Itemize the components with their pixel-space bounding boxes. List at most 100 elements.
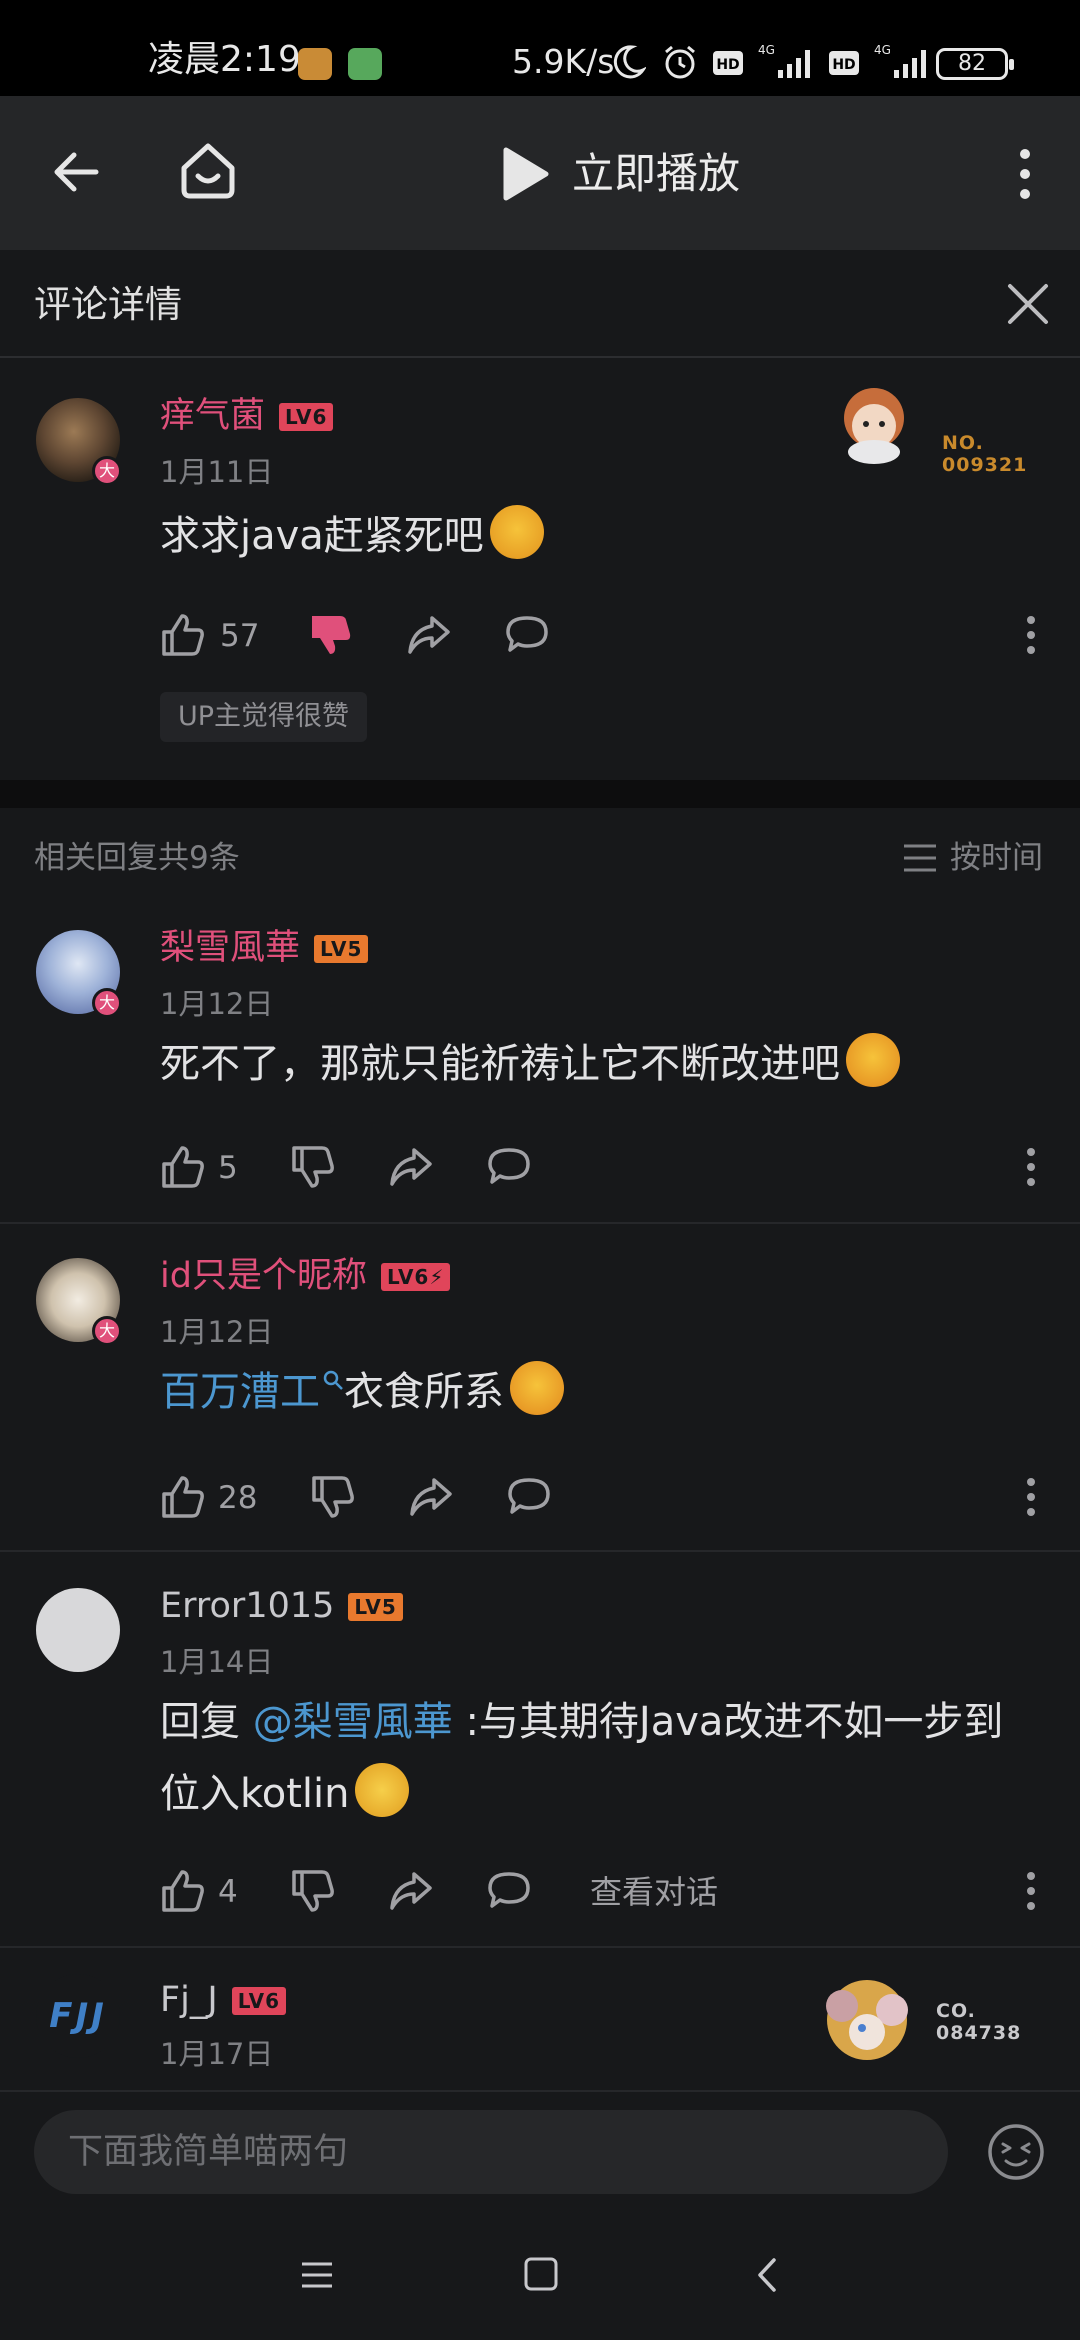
more-vertical-icon[interactable]: [1010, 144, 1040, 204]
thumbs-up-icon[interactable]: [160, 1474, 206, 1520]
reply-item: 大 id只是个昵称 LV6⚡ 1月12日 百万漕工 衣食所系 28: [0, 1224, 1080, 1550]
back-arrow-icon[interactable]: [46, 142, 106, 202]
replies-count: 相关回复共9条: [34, 840, 240, 876]
thumbs-down-icon[interactable]: [290, 1144, 336, 1190]
section-divider: [0, 780, 1080, 808]
more-vertical-icon[interactable]: [1016, 612, 1046, 658]
thumbs-down-icon[interactable]: [310, 1474, 356, 1520]
comment-body: 求求java赶紧死吧: [160, 500, 1040, 572]
share-icon[interactable]: [388, 1144, 434, 1190]
cat-emoji-icon: [355, 1763, 410, 1817]
like-count: 4: [218, 1874, 238, 1910]
svg-text:4G: 4G: [758, 43, 775, 57]
reply-bubble-icon[interactable]: [486, 1144, 532, 1190]
more-vertical-icon[interactable]: [1016, 1144, 1046, 1190]
reply-actions: 5: [160, 1144, 1040, 1192]
svg-text:HD: HD: [716, 57, 739, 73]
reply-item: 大 梨雪風華 LV5 1月12日 死不了，那就只能祈祷让它不断改进吧 5: [0, 904, 1080, 1222]
sort-label: 按时间: [950, 840, 1043, 876]
level-badge: LV6: [231, 1987, 287, 2015]
alarm-icon: [665, 45, 695, 79]
emoji-icon[interactable]: [986, 2122, 1046, 2182]
reply-body: 回复 @梨雪風華 :与其期待Java改进不如一步到位入kotlin: [160, 1686, 1040, 1830]
share-icon[interactable]: [408, 1474, 454, 1520]
reply-date: 1月17日: [160, 2037, 274, 2071]
level-badge: LV6: [279, 403, 334, 431]
reply-item: Error1015 LV5 1月14日 回复 @梨雪風華 :与其期待Java改进不…: [0, 1552, 1080, 1946]
status-time: 凌晨2:19: [148, 39, 301, 80]
signal-icon: 4G: [758, 43, 810, 78]
view-conversation-link[interactable]: 查看对话: [590, 1868, 718, 1916]
svg-text:4G: 4G: [874, 43, 891, 57]
avatar[interactable]: 大: [36, 930, 122, 1018]
thumbs-down-icon[interactable]: [290, 1868, 336, 1914]
more-vertical-icon[interactable]: [1016, 1868, 1046, 1914]
fan-badge-character-icon: [826, 1980, 908, 2060]
thumbs-up-icon[interactable]: [160, 1868, 206, 1914]
share-icon[interactable]: [406, 612, 452, 658]
reply-username[interactable]: id只是个昵称 LV6⚡: [160, 1254, 451, 1298]
share-icon[interactable]: [388, 1868, 434, 1914]
dislike-icon-active[interactable]: [308, 612, 354, 658]
sort-by-time-button[interactable]: 按时间: [902, 838, 1043, 878]
fan-badge: NO. 009321: [832, 380, 1032, 476]
up-liked-tag: UP主觉得很赞: [160, 692, 368, 742]
reply-bubble-icon[interactable]: [506, 1474, 552, 1520]
fan-badge-label: NO.: [942, 432, 984, 454]
sheet-title: 评论详情: [34, 283, 182, 326]
thumbs-up-icon[interactable]: [160, 1144, 206, 1190]
network-speed: 5.9K/s: [512, 42, 615, 81]
reply-username[interactable]: Fj_J LV6: [160, 1978, 287, 2022]
surprised-emoji-icon: [489, 505, 544, 559]
play-now-button[interactable]: 立即播放: [500, 144, 740, 204]
reply-actions: 28: [160, 1474, 1040, 1522]
level-badge: LV6⚡: [380, 1263, 451, 1291]
home-icon[interactable]: [176, 138, 240, 202]
like-count: 28: [218, 1480, 258, 1516]
close-icon[interactable]: [1004, 280, 1052, 328]
home-square-icon[interactable]: [524, 2256, 558, 2292]
comment-input[interactable]: 下面我简单喵两句: [34, 2110, 948, 2194]
comment-input-bar: 下面我简单喵两句: [0, 2090, 1080, 2210]
comment-date: 1月11日: [160, 455, 274, 489]
reply-body: 百万漕工 衣食所系: [160, 1356, 1040, 1428]
avatar[interactable]: FJJ: [36, 1974, 120, 2058]
sort-lines-icon: [904, 844, 936, 872]
username-text: 梨雪風華: [160, 928, 301, 968]
fan-badge-label: CO.: [936, 2000, 976, 2022]
reply-bubble-icon[interactable]: [486, 1868, 532, 1914]
reply-text: 死不了，那就只能祈祷让它不断改进吧: [160, 1041, 840, 1087]
reply-username[interactable]: Error1015 LV5: [160, 1584, 403, 1628]
more-vertical-icon[interactable]: [1016, 1474, 1046, 1520]
signal-icon: 4G: [874, 43, 926, 78]
replies-header: 相关回复共9条 按时间: [0, 808, 1080, 904]
avatar-initials: FJJ: [49, 1996, 107, 2036]
moon-icon: [613, 45, 646, 79]
avatar[interactable]: 大: [36, 398, 122, 486]
avatar[interactable]: 大: [36, 1258, 122, 1346]
thumbs-up-icon[interactable]: [160, 612, 206, 658]
yummy-emoji-icon: [846, 1033, 900, 1087]
play-now-label: 立即播放: [572, 149, 741, 198]
back-chevron-icon[interactable]: [754, 2256, 780, 2294]
search-link-text: 百万漕工: [160, 1369, 320, 1415]
notification-app-icon: [298, 48, 332, 80]
reply-bubble-icon[interactable]: [504, 612, 550, 658]
menu-icon[interactable]: [300, 2258, 334, 2292]
comment-username[interactable]: 痒气菌 LV6: [160, 394, 334, 438]
search-link[interactable]: 百万漕工: [160, 1369, 344, 1415]
reply-username[interactable]: 梨雪風華 LV5: [160, 926, 369, 970]
reply-actions: 4 查看对话: [160, 1868, 1040, 1916]
avatar[interactable]: [36, 1588, 120, 1672]
mention-link[interactable]: @梨雪風華: [253, 1699, 453, 1745]
hd-icon: HD: [713, 51, 743, 75]
play-icon: [503, 147, 549, 201]
battery-indicator: 82: [936, 48, 1014, 80]
username-text: id只是个昵称: [160, 1256, 367, 1296]
reply-body: 死不了，那就只能祈祷让它不断改进吧: [160, 1028, 1040, 1100]
reply-date: 1月12日: [160, 1315, 274, 1349]
comment-text: 求求java赶紧死吧: [160, 513, 484, 559]
reply-date: 1月12日: [160, 987, 274, 1021]
comment-detail-header: 评论详情: [0, 250, 1080, 358]
level-badge: LV5: [314, 935, 369, 963]
